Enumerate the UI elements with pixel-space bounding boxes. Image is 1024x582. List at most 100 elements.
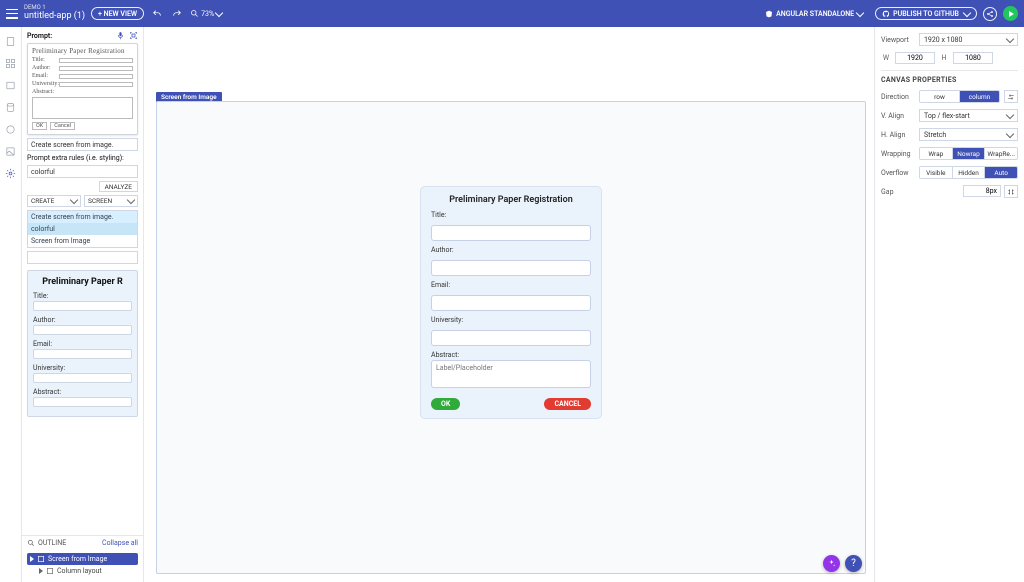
collapse-all-link[interactable]: Collapse all — [102, 539, 138, 547]
analyze-button[interactable]: ANALYZE — [99, 181, 138, 192]
abstract-textarea[interactable] — [431, 360, 591, 388]
preview-title: Preliminary Paper R — [33, 277, 132, 287]
extra-rules-input[interactable] — [27, 165, 138, 178]
screen-dropdown[interactable]: SCREEN — [84, 195, 138, 207]
zoom-level: 73% — [201, 10, 214, 18]
chevron-down-icon — [856, 8, 864, 16]
image-scan-icon[interactable] — [129, 31, 138, 40]
direction-label: Direction — [881, 93, 915, 101]
form-title: Preliminary Paper Registration — [431, 195, 591, 205]
menu-icon[interactable] — [6, 9, 18, 19]
chevron-right-icon — [39, 568, 43, 574]
prompt-input[interactable] — [27, 138, 138, 151]
history-item[interactable]: Screen from Image — [28, 235, 137, 247]
chevron-down-icon — [215, 8, 223, 16]
outline-item[interactable]: Column layout — [27, 565, 138, 577]
help-fab[interactable]: ? — [845, 555, 862, 572]
ai-icon[interactable] — [5, 167, 17, 179]
university-label: University: — [431, 316, 591, 324]
data-icon[interactable] — [5, 101, 17, 113]
outline-item-selected[interactable]: Screen from Image — [27, 553, 138, 565]
abstract-label: Abstract: — [431, 351, 591, 359]
outline-label: OUTLINE — [38, 539, 66, 547]
gap-lock-icon[interactable] — [1004, 185, 1018, 198]
registration-form: Preliminary Paper Registration Title: Au… — [421, 187, 601, 418]
overflow-visible[interactable]: Visible — [920, 167, 953, 178]
overflow-auto[interactable]: Auto — [985, 167, 1017, 178]
direction-toggle: row column — [919, 90, 1000, 103]
sketch-title: Preliminary Paper Registration — [32, 47, 133, 55]
cancel-button[interactable]: CANCEL — [544, 398, 591, 410]
university-input[interactable] — [431, 330, 591, 346]
chevron-down-icon — [70, 196, 78, 204]
screen-preview: Preliminary Paper R Title: Author: Email… — [27, 270, 138, 417]
halign-label: H. Align — [881, 131, 915, 139]
canvas-properties-header: CANVAS PROPERTIES — [881, 70, 1018, 84]
redo-icon[interactable] — [170, 7, 184, 21]
history-item[interactable]: Create screen from image. — [28, 211, 137, 223]
tool-rail — [0, 27, 22, 582]
mic-icon[interactable] — [116, 31, 125, 40]
gap-label: Gap — [881, 188, 915, 196]
ai-sparkle-fab[interactable] — [823, 555, 840, 572]
wrapreverse-option[interactable]: WrapRe... — [985, 148, 1017, 159]
app-title: DEMO 1 untitled-app (1) — [24, 5, 85, 21]
prompt-sketch: Preliminary Paper Registration Title: Au… — [27, 43, 138, 135]
history-input[interactable] — [27, 251, 138, 264]
chevron-down-icon — [1006, 129, 1014, 137]
left-panel: Prompt: Preliminary Paper Registration T… — [22, 27, 144, 582]
ok-button[interactable]: OK — [431, 398, 460, 410]
halign-select[interactable]: Stretch — [919, 128, 1018, 141]
wrap-label: Wrapping — [881, 150, 915, 158]
nowrap-option[interactable]: Nowrap — [953, 148, 986, 159]
width-input[interactable] — [895, 52, 935, 64]
overflow-hidden[interactable]: Hidden — [953, 167, 986, 178]
author-label: Author: — [431, 246, 591, 254]
direction-row[interactable]: row — [920, 91, 960, 102]
history-item[interactable]: colorful — [28, 223, 137, 235]
app-name: untitled-app (1) — [24, 12, 85, 22]
prompt-history: Create screen from image. colorful Scree… — [27, 210, 138, 248]
title-label: Title: — [431, 211, 591, 219]
overflow-label: Overflow — [881, 169, 915, 177]
components-icon[interactable] — [5, 57, 17, 69]
share-icon[interactable] — [983, 7, 997, 21]
prompt-label: Prompt: — [27, 32, 52, 40]
chevron-down-icon — [1006, 110, 1014, 118]
assets-icon[interactable] — [5, 145, 17, 157]
chevron-down-icon — [1006, 34, 1014, 42]
preview-play-button[interactable] — [1003, 6, 1018, 21]
layers-icon[interactable] — [5, 79, 17, 91]
chevron-down-icon — [127, 196, 135, 204]
email-label: Email: — [431, 281, 591, 289]
design-canvas[interactable]: Screen from Image Preliminary Paper Regi… — [144, 27, 874, 582]
author-input[interactable] — [431, 260, 591, 276]
wrap-option[interactable]: Wrap — [920, 148, 953, 159]
new-view-button[interactable]: + NEW VIEW — [91, 7, 144, 20]
chevron-down-icon — [963, 8, 971, 16]
page-icon[interactable] — [5, 35, 17, 47]
chevron-right-icon — [30, 556, 34, 562]
direction-column[interactable]: column — [960, 91, 999, 102]
title-input[interactable] — [431, 225, 591, 241]
height-label: H — [939, 54, 949, 62]
zoom-icon[interactable]: 73% — [190, 7, 222, 21]
properties-panel: Viewport 1920 x 1080 W H CANVAS PROPERTI… — [874, 27, 1024, 582]
valign-label: V. Align — [881, 112, 915, 120]
undo-icon[interactable] — [150, 7, 164, 21]
height-input[interactable] — [953, 52, 993, 64]
demo-label: DEMO 1 — [24, 5, 85, 12]
width-label: W — [881, 54, 891, 62]
top-toolbar: DEMO 1 untitled-app (1) + NEW VIEW 73% A… — [0, 0, 1024, 27]
gap-input[interactable] — [963, 185, 1001, 197]
publish-button[interactable]: PUBLISH TO GITHUB — [875, 7, 977, 20]
valign-select[interactable]: Top / flex-start — [919, 109, 1018, 122]
email-input[interactable] — [431, 295, 591, 311]
viewport-label: Viewport — [881, 36, 915, 44]
framework-select[interactable]: ANGULAR STANDALONE — [759, 7, 869, 20]
swap-icon[interactable] — [1004, 90, 1018, 103]
overflow-toggle: Visible Hidden Auto — [919, 166, 1018, 179]
viewport-select[interactable]: 1920 x 1080 — [919, 33, 1018, 46]
theme-icon[interactable] — [5, 123, 17, 135]
create-dropdown[interactable]: CREATE — [27, 195, 81, 207]
